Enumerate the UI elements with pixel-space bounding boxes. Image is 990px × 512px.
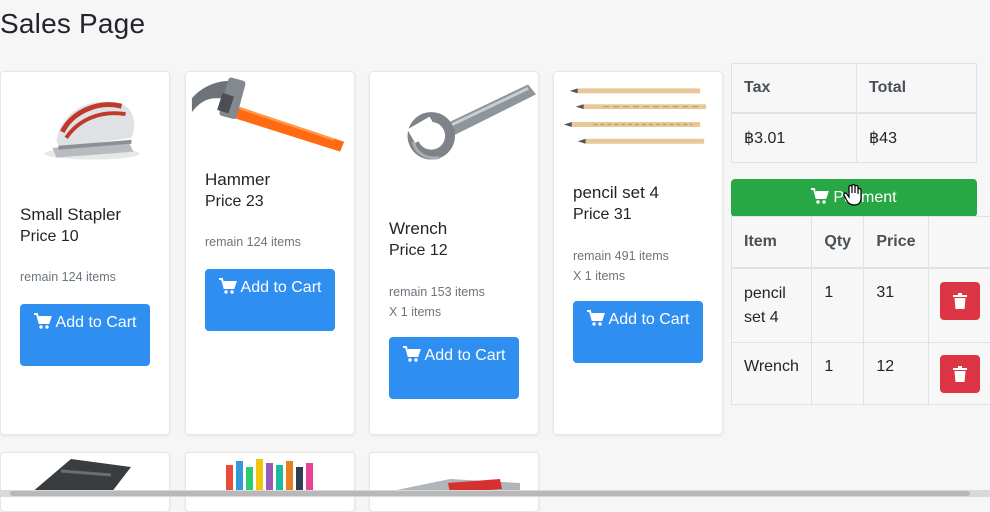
product-card-pencil-set: pencil set 4 Price 31 remain 491 items X… [553, 71, 723, 435]
cart-item-name: pencil set 4 [732, 268, 812, 342]
markers-image [186, 453, 356, 493]
tax-header: Tax [732, 64, 857, 114]
item-header: Item [732, 217, 812, 269]
hand-cursor-icon [843, 184, 863, 206]
product-card-markers [185, 452, 355, 512]
price-header: Price [864, 217, 929, 269]
product-price: Price 10 [20, 228, 79, 246]
hammer-image [186, 72, 354, 172]
cart-table: Item Qty Price pencil set 4 1 31 Wrench … [731, 216, 990, 405]
product-stock: remain 124 items [20, 270, 116, 284]
scrollbar-thumb[interactable] [10, 491, 970, 496]
multitool-image [370, 453, 540, 493]
stapler-image [1, 72, 169, 172]
product-name: Hammer [205, 170, 270, 190]
trash-icon [953, 293, 967, 309]
cart-icon [219, 278, 237, 302]
summary-table: Tax Total ฿3.01 ฿43 [731, 63, 977, 163]
add-to-cart-button[interactable]: Add to Cart [20, 304, 150, 366]
add-to-cart-button[interactable]: Add to Cart [205, 269, 335, 331]
cart-item-name: Wrench [732, 342, 812, 404]
product-card-small-stapler: Small Stapler Price 10 remain 124 items … [0, 71, 170, 435]
product-stock: remain 491 items [573, 249, 669, 263]
calculator-image [1, 453, 171, 493]
table-row: Wrench 1 12 [732, 342, 990, 404]
cart-icon [403, 346, 421, 370]
total-header: Total [857, 64, 977, 114]
cart-icon [34, 313, 52, 337]
product-name: pencil set 4 [573, 183, 659, 203]
delete-button[interactable] [940, 355, 980, 393]
wrench-image [370, 72, 538, 172]
product-name: Small Stapler [20, 205, 121, 225]
cart-icon [587, 310, 605, 334]
qty-header: Qty [812, 217, 864, 269]
delete-button[interactable] [940, 282, 980, 320]
cart-item-qty: 1 [812, 342, 864, 404]
tax-value: ฿3.01 [732, 113, 857, 163]
product-name: Wrench [389, 219, 447, 239]
product-price: Price 31 [573, 206, 632, 224]
page-title: Sales Page [0, 8, 145, 40]
product-cart-qty: X 1 items [573, 269, 625, 283]
trash-icon [953, 366, 967, 382]
total-value: ฿43 [857, 113, 977, 163]
product-card-multitool [369, 452, 539, 512]
product-card-calculator [0, 452, 170, 512]
product-stock: remain 153 items [389, 285, 485, 299]
cart-icon [811, 181, 829, 219]
product-price: Price 12 [389, 242, 448, 260]
table-row: pencil set 4 1 31 [732, 268, 990, 342]
cart-item-qty: 1 [812, 268, 864, 342]
product-stock: remain 124 items [205, 235, 301, 249]
cart-item-action [929, 342, 990, 404]
product-cart-qty: X 1 items [389, 305, 441, 319]
add-to-cart-button[interactable]: Add to Cart [389, 337, 519, 399]
add-to-cart-label: Add to Cart [56, 314, 137, 331]
product-card-wrench: Wrench Price 12 remain 153 items X 1 ite… [369, 71, 539, 435]
add-to-cart-button[interactable]: Add to Cart [573, 301, 703, 363]
cart-item-action [929, 268, 990, 342]
cart-item-price: 12 [864, 342, 929, 404]
product-price: Price 23 [205, 193, 264, 211]
pencil-set-image [554, 72, 722, 172]
horizontal-scrollbar[interactable] [0, 490, 990, 497]
add-to-cart-label: Add to Cart [425, 347, 506, 364]
add-to-cart-label: Add to Cart [609, 311, 690, 328]
product-card-hammer: Hammer Price 23 remain 124 items Add to … [185, 71, 355, 435]
add-to-cart-label: Add to Cart [241, 279, 322, 296]
action-header [929, 217, 990, 269]
cart-item-price: 31 [864, 268, 929, 342]
